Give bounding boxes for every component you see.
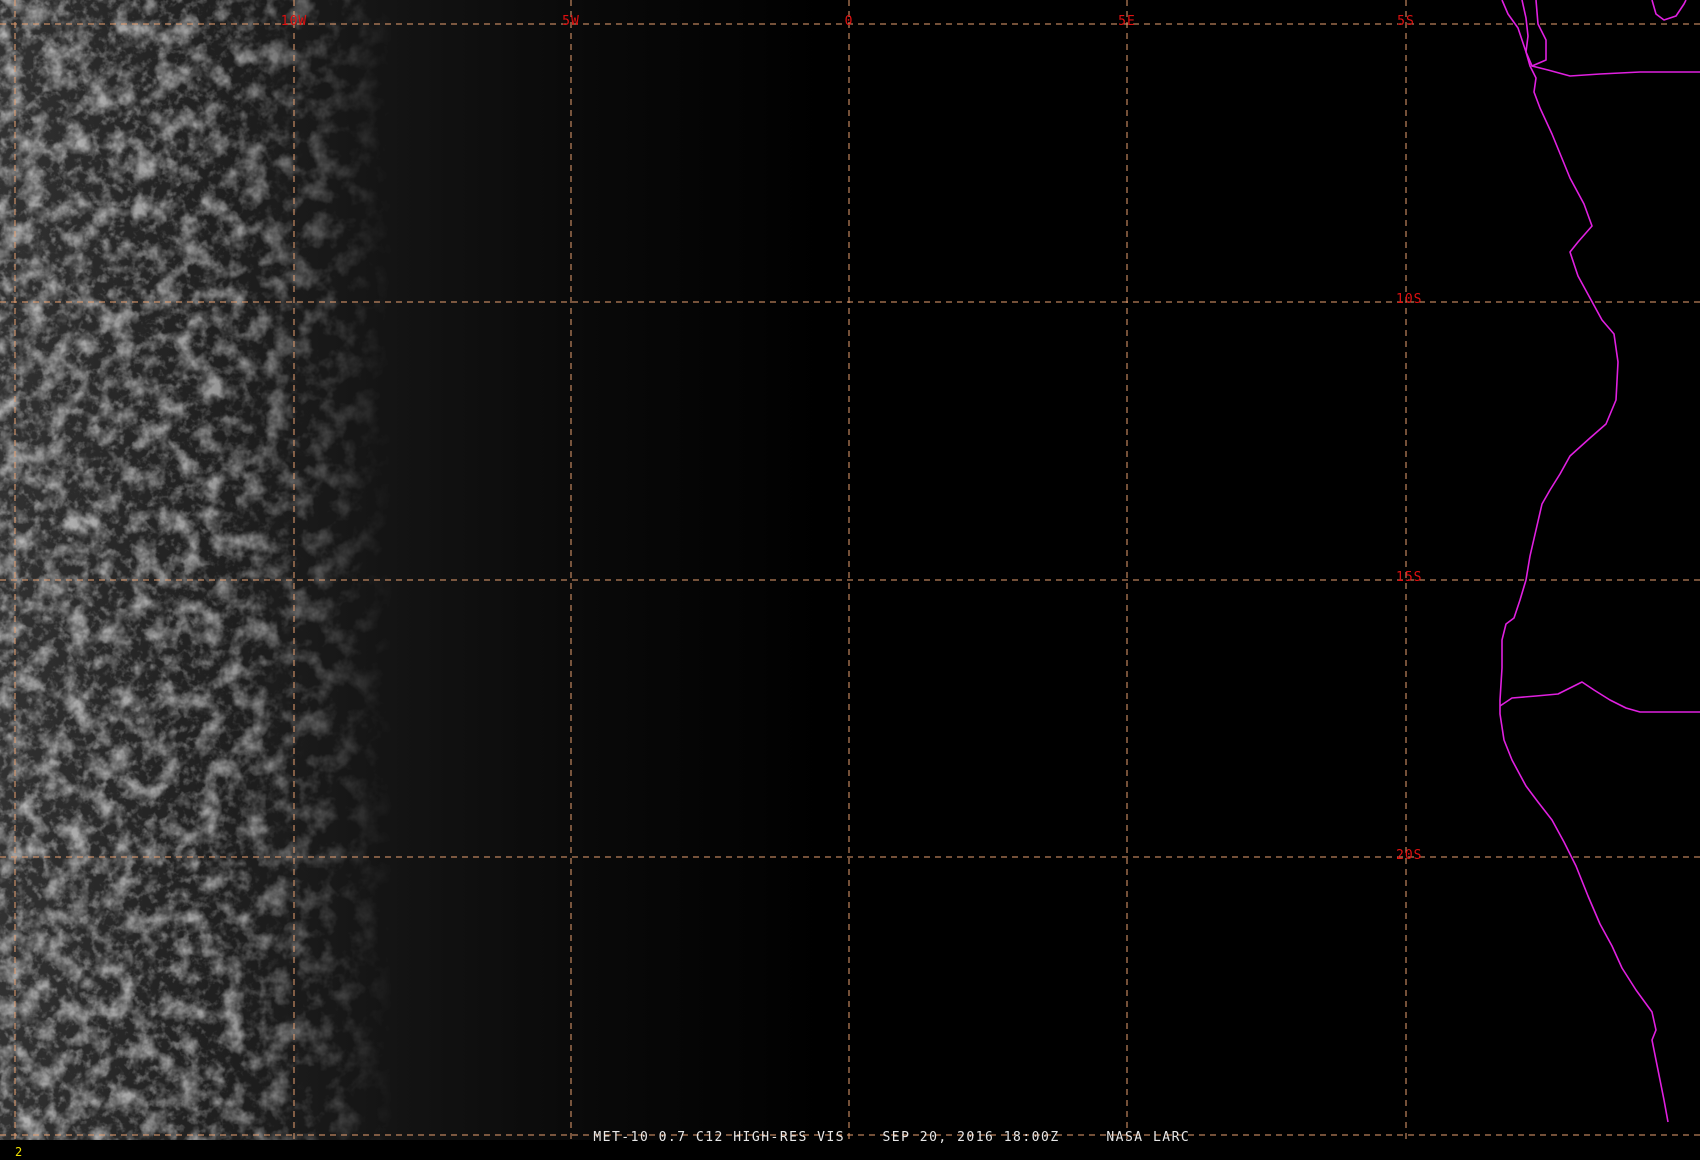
longitude-label: 5E bbox=[1118, 14, 1136, 29]
latitude-label: 20S bbox=[1396, 848, 1423, 863]
satellite-image-viewer: 10W 5W 0 5E 5S 10S 15S 20S 2 MET-10 0.7 C12 HIG… bbox=[0, 0, 1700, 1160]
image-caption: MET-10 0.7 C12 HIGH-RES VIS SEP 20, 2016… bbox=[556, 1117, 1190, 1159]
longitude-label: 5W bbox=[562, 14, 580, 29]
caption-source: NASA LARC bbox=[1106, 1130, 1191, 1145]
cloud-field bbox=[0, 0, 820, 1140]
satellite-imagery bbox=[0, 0, 1700, 1140]
frame-number: 2 bbox=[15, 1145, 23, 1159]
longitude-label: 0 bbox=[844, 14, 854, 29]
caption-datetime: SEP 20, 2016 18:00Z bbox=[882, 1130, 1060, 1145]
latitude-label: 15S bbox=[1396, 570, 1423, 585]
longitude-label: 5S bbox=[1397, 14, 1415, 29]
longitude-label: 10W bbox=[280, 14, 308, 29]
caption-sensor: MET-10 0.7 C12 HIGH-RES VIS bbox=[593, 1130, 846, 1145]
latitude-label: 10S bbox=[1396, 292, 1423, 307]
